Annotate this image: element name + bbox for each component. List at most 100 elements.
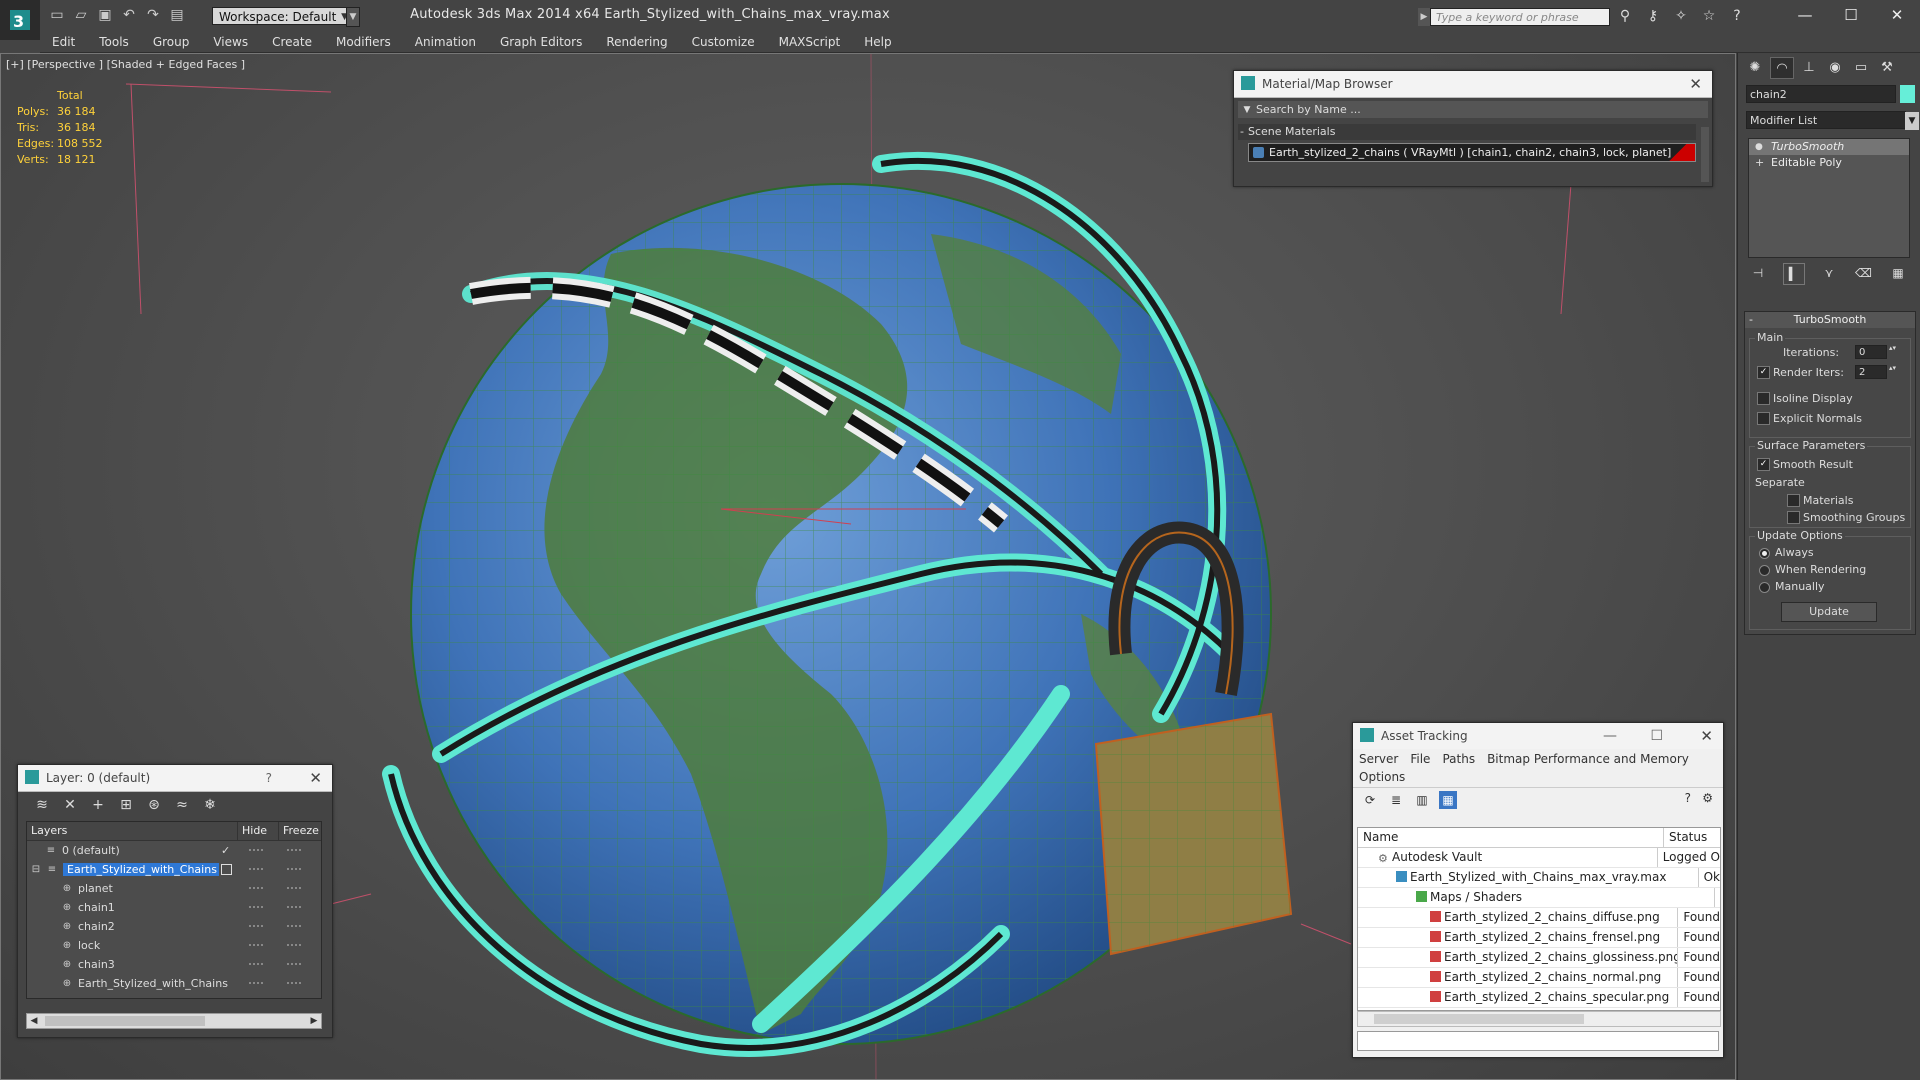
utilities-tab-icon[interactable]: ⚒: [1876, 57, 1898, 77]
freeze-toggle[interactable]: [287, 848, 301, 853]
close-icon[interactable]: ✕: [1700, 723, 1713, 749]
close-button[interactable]: ✕: [1874, 0, 1920, 30]
asset-row[interactable]: Earth_Stylized_with_Chains_max_vray.max …: [1358, 868, 1720, 888]
column-layers[interactable]: Layers: [27, 822, 238, 840]
menu-graph-editors[interactable]: Graph Editors: [488, 32, 594, 52]
create-layer-icon[interactable]: ≋: [32, 795, 52, 815]
asset-row[interactable]: ⚙ Autodesk Vault Logged O: [1358, 848, 1720, 868]
communication-center-icon[interactable]: ✧: [1672, 7, 1690, 25]
select-layer-objects-icon[interactable]: ⊞: [116, 795, 136, 815]
column-freeze[interactable]: Freeze: [279, 822, 321, 840]
material-item[interactable]: Earth_stylized_2_chains ( VRayMtl ) [cha…: [1248, 143, 1696, 162]
column-status[interactable]: Status: [1664, 828, 1719, 847]
pin-stack-icon[interactable]: ⊣: [1748, 263, 1768, 283]
object-row[interactable]: ⊕ chain3: [27, 955, 321, 974]
favorites-star-icon[interactable]: ☆: [1700, 7, 1718, 25]
make-unique-icon[interactable]: ⋎: [1819, 263, 1839, 283]
display-tab-icon[interactable]: ▭: [1850, 57, 1872, 77]
minimize-icon[interactable]: —: [1603, 723, 1617, 749]
asset-row[interactable]: Earth_stylized_2_chains_glossiness.png F…: [1358, 948, 1720, 968]
asset-row[interactable]: Maps / Shaders: [1358, 888, 1720, 908]
menu-group[interactable]: Group: [141, 32, 202, 52]
menu-animation[interactable]: Animation: [403, 32, 488, 52]
hide-toggle[interactable]: [249, 905, 263, 910]
modify-tab-icon[interactable]: ◠: [1770, 57, 1794, 79]
minimize-button[interactable]: —: [1782, 0, 1828, 30]
settings-icon[interactable]: ⚙: [1702, 791, 1713, 805]
highlight-layer-icon[interactable]: ⊛: [144, 795, 164, 815]
viewport-label[interactable]: [+] [Perspective ] [Shaded + Edged Faces…: [6, 58, 245, 71]
help-icon[interactable]: ?: [1728, 7, 1746, 25]
delete-layer-icon[interactable]: ✕: [60, 795, 80, 815]
hide-toggle[interactable]: [249, 981, 263, 986]
separate-smoothing-groups-checkbox[interactable]: [1787, 511, 1800, 524]
create-tab-icon[interactable]: ✺: [1744, 57, 1766, 77]
object-name-field[interactable]: chain2: [1746, 85, 1896, 103]
configure-sets-icon[interactable]: ▦: [1888, 263, 1908, 283]
object-row[interactable]: ⊕ planet: [27, 879, 321, 898]
menu-edit[interactable]: Edit: [40, 32, 87, 52]
render-iters-spinner[interactable]: 2: [1855, 365, 1897, 379]
hide-toggle[interactable]: [249, 886, 263, 891]
menu-rendering[interactable]: Rendering: [594, 32, 679, 52]
freeze-toggle[interactable]: [287, 924, 301, 929]
hierarchy-tab-icon[interactable]: ⊥: [1798, 57, 1820, 77]
material-browser-titlebar[interactable]: Material/Map Browser ✕: [1234, 71, 1712, 98]
menu-server[interactable]: Server: [1359, 749, 1398, 769]
asset-row[interactable]: Earth_stylized_2_chains_specular.png Fou…: [1358, 988, 1720, 1008]
separate-materials-checkbox[interactable]: [1787, 494, 1800, 507]
layer-row[interactable]: ⊟ ≡ Earth_Stylized_with_Chains: [27, 860, 321, 879]
object-row[interactable]: ⊕ chain1: [27, 898, 321, 917]
object-row[interactable]: ⊕ Earth_Stylized_with_Chains: [27, 974, 321, 993]
turbosmooth-rollout-header[interactable]: TurboSmooth: [1745, 312, 1915, 328]
scroll-left-icon[interactable]: ◀: [27, 1014, 41, 1028]
object-row[interactable]: ⊕ lock: [27, 936, 321, 955]
hide-all-layers-icon[interactable]: ≈: [172, 795, 192, 815]
asset-horizontal-scrollbar[interactable]: [1357, 1011, 1721, 1027]
list-view-icon[interactable]: ≣: [1387, 791, 1405, 809]
binoculars-icon[interactable]: ⚲: [1616, 7, 1634, 25]
layer-explorer-titlebar[interactable]: Layer: 0 (default) ? ✕: [18, 765, 332, 792]
menu-maxscript[interactable]: MAXScript: [767, 32, 853, 52]
freeze-toggle[interactable]: [287, 867, 301, 872]
hide-toggle[interactable]: [249, 962, 263, 967]
material-search-input[interactable]: ▼ Search by Name ...: [1238, 101, 1708, 118]
menu-help[interactable]: Help: [852, 32, 903, 52]
update-manually-radio[interactable]: [1759, 582, 1770, 593]
maximize-icon[interactable]: ☐: [1650, 723, 1663, 749]
infocenter-expand-button[interactable]: ▶: [1418, 8, 1430, 26]
menu-options[interactable]: Options: [1353, 769, 1723, 788]
set-active-checkbox[interactable]: [221, 864, 232, 875]
freeze-toggle[interactable]: [287, 905, 301, 910]
scene-materials-group[interactable]: Scene Materials: [1238, 124, 1696, 140]
detail-view-icon[interactable]: ▥: [1413, 791, 1431, 809]
stack-item-turbosmooth[interactable]: TurboSmooth: [1749, 139, 1909, 155]
material-browser-scrollbar[interactable]: [1701, 127, 1709, 182]
menu-file[interactable]: File: [1410, 749, 1430, 769]
update-button[interactable]: Update: [1781, 602, 1877, 622]
modifier-list-dropdown[interactable]: Modifier List ▼: [1746, 111, 1919, 130]
hide-toggle[interactable]: [249, 848, 263, 853]
menu-create[interactable]: Create: [260, 32, 324, 52]
subscription-icon[interactable]: ⚷: [1644, 7, 1662, 25]
hide-toggle[interactable]: [249, 867, 263, 872]
close-icon[interactable]: ✕: [1689, 71, 1702, 97]
menu-paths[interactable]: Paths: [1442, 749, 1475, 769]
update-when-rendering-radio[interactable]: [1759, 565, 1770, 576]
object-color-swatch[interactable]: [1900, 85, 1915, 103]
asset-row[interactable]: Earth_stylized_2_chains_frensel.png Foun…: [1358, 928, 1720, 948]
menu-bitmap-performance[interactable]: Bitmap Performance and Memory: [1487, 749, 1689, 769]
menu-modifiers[interactable]: Modifiers: [324, 32, 403, 52]
menu-customize[interactable]: Customize: [680, 32, 767, 52]
asset-row[interactable]: Earth_stylized_2_chains_diffuse.png Foun…: [1358, 908, 1720, 928]
freeze-toggle[interactable]: [287, 943, 301, 948]
add-to-layer-icon[interactable]: +: [88, 795, 108, 815]
active-layer-check-icon[interactable]: ✓: [221, 844, 230, 857]
update-always-radio[interactable]: [1759, 548, 1770, 559]
column-hide[interactable]: Hide: [238, 822, 279, 840]
isoline-display-checkbox[interactable]: [1757, 392, 1770, 405]
help-icon[interactable]: ?: [266, 765, 272, 791]
render-iters-checkbox[interactable]: ✓: [1757, 366, 1770, 379]
scroll-right-icon[interactable]: ▶: [307, 1014, 321, 1028]
freeze-toggle[interactable]: [287, 981, 301, 986]
